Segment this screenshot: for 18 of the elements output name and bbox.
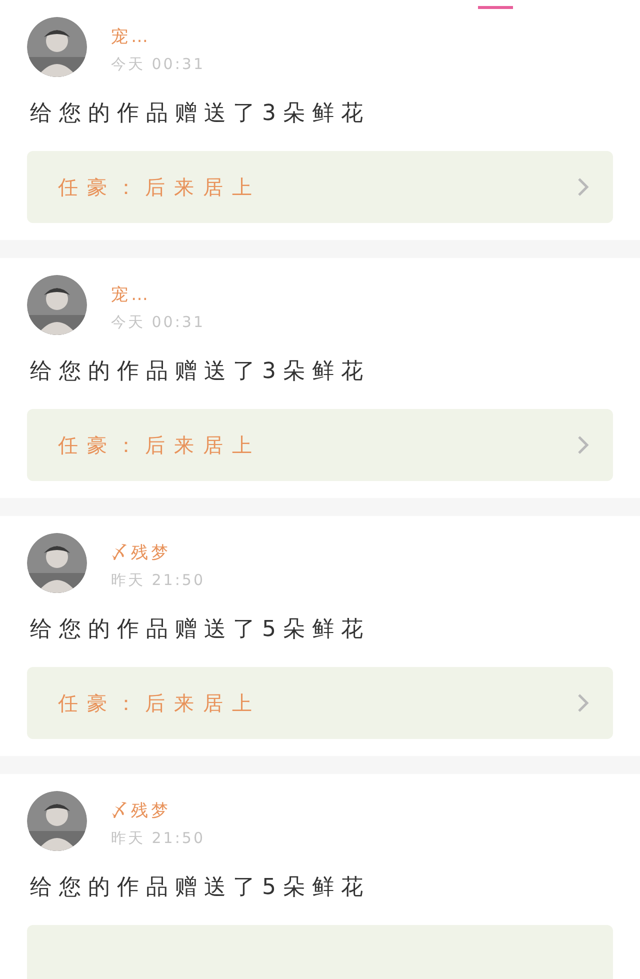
message-text: 给您的作品赠送了5朵鲜花 [30,616,371,644]
chevron-right-icon [577,693,589,713]
timestamp: 今天 00:31 [111,312,205,332]
chevron-right-icon [577,177,589,197]
work-link[interactable]: 任豪：后来居上 [27,151,613,223]
message-text: 给您的作品赠送了3朵鲜花 [30,100,371,128]
timestamp: 昨天 21:50 [111,828,205,848]
message-text: 给您的作品赠送了5朵鲜花 [30,874,371,902]
timestamp: 今天 00:31 [111,54,205,74]
user-name[interactable]: 〆残梦 [111,800,205,822]
user-name[interactable]: 宠… [111,26,205,48]
message-text: 给您的作品赠送了3朵鲜花 [30,358,371,386]
work-link[interactable]: 任豪：后来居上 [27,667,613,739]
chevron-right-icon [577,435,589,455]
user-name[interactable]: 〆残梦 [111,542,205,564]
timestamp: 昨天 21:50 [111,570,205,590]
user-name[interactable]: 宠… [111,284,205,306]
work-link[interactable]: 任豪：后来居上 [27,409,613,481]
